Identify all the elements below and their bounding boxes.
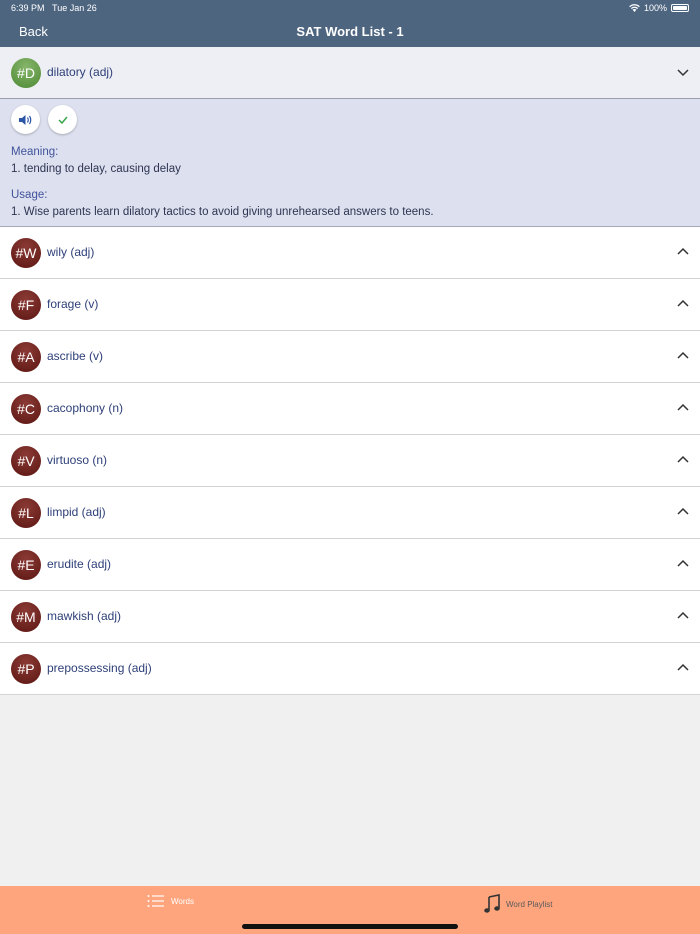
battery-icon bbox=[671, 4, 689, 12]
play-audio-button[interactable] bbox=[11, 105, 40, 134]
word-badge: #L bbox=[11, 498, 41, 528]
word-label: dilatory (adj) bbox=[47, 65, 114, 79]
word-badge: #D bbox=[11, 58, 41, 88]
speaker-icon bbox=[18, 114, 31, 125]
word-badge: #A bbox=[11, 342, 41, 372]
word-label: mawkish (adj) bbox=[47, 609, 122, 623]
music-note-icon bbox=[484, 894, 500, 913]
chevron-up-icon[interactable] bbox=[677, 610, 689, 622]
status-date-text: Tue Jan 26 bbox=[52, 3, 97, 13]
word-badge: #C bbox=[11, 394, 41, 424]
tab-word-playlist-label: Word Playlist bbox=[506, 899, 553, 909]
word-badge: #M bbox=[11, 602, 41, 632]
tab-word-playlist[interactable]: Word Playlist bbox=[484, 894, 553, 914]
chevron-up-icon[interactable] bbox=[677, 454, 689, 466]
word-row[interactable]: #W wily (adj) bbox=[0, 227, 700, 279]
chevron-up-icon[interactable] bbox=[677, 350, 689, 362]
word-row[interactable]: #V virtuoso (n) bbox=[0, 435, 700, 487]
word-row[interactable]: #P prepossessing (adj) bbox=[0, 643, 700, 695]
home-indicator bbox=[242, 924, 458, 929]
battery-percent: 100% bbox=[643, 3, 667, 13]
word-label: prepossessing (adj) bbox=[47, 661, 152, 675]
word-label: virtuoso (n) bbox=[47, 453, 108, 467]
word-row[interactable]: #E erudite (adj) bbox=[0, 539, 700, 591]
word-label: wily (adj) bbox=[47, 245, 95, 259]
mark-learned-button[interactable] bbox=[48, 105, 77, 134]
word-row[interactable]: #F forage (v) bbox=[0, 279, 700, 331]
word-badge: #F bbox=[11, 290, 41, 320]
word-label: ascribe (v) bbox=[47, 349, 104, 363]
word-label: forage (v) bbox=[47, 297, 99, 311]
status-time: 6:39 PM Tue Jan 26 bbox=[11, 3, 97, 13]
word-row[interactable]: #L limpid (adj) bbox=[0, 487, 700, 539]
list-icon bbox=[147, 895, 164, 907]
word-badge: #E bbox=[11, 550, 41, 580]
checkmark-icon bbox=[57, 116, 68, 124]
chevron-up-icon[interactable] bbox=[677, 246, 689, 258]
word-row[interactable]: #C cacophony (n) bbox=[0, 383, 700, 435]
word-badge: #V bbox=[11, 446, 41, 476]
meaning-text: 1. tending to delay, causing delay bbox=[11, 163, 181, 175]
page-title: SAT Word List - 1 bbox=[296, 24, 404, 39]
navigation-bar: 6:39 PM Tue Jan 26 100% Back SAT Word Li… bbox=[0, 0, 700, 47]
tab-words-label: Words bbox=[171, 896, 194, 906]
usage-text: 1. Wise parents learn dilatory tactics t… bbox=[11, 206, 434, 218]
word-badge: #P bbox=[11, 654, 41, 684]
chevron-up-icon[interactable] bbox=[677, 506, 689, 518]
tab-words[interactable]: Words bbox=[147, 894, 194, 908]
word-row-expanded[interactable]: #D dilatory (adj) bbox=[0, 47, 700, 99]
usage-label: Usage: bbox=[11, 189, 48, 201]
word-row[interactable]: #M mawkish (adj) bbox=[0, 591, 700, 643]
chevron-up-icon[interactable] bbox=[677, 662, 689, 674]
word-detail-panel: Meaning: 1. tending to delay, causing de… bbox=[0, 99, 700, 227]
word-row[interactable]: #A ascribe (v) bbox=[0, 331, 700, 383]
word-label: limpid (adj) bbox=[47, 505, 106, 519]
chevron-up-icon[interactable] bbox=[677, 402, 689, 414]
word-label: erudite (adj) bbox=[47, 557, 112, 571]
word-label: cacophony (n) bbox=[47, 401, 124, 415]
status-time-text: 6:39 PM bbox=[11, 3, 45, 13]
word-badge: #W bbox=[11, 238, 41, 268]
chevron-up-icon[interactable] bbox=[677, 298, 689, 310]
chevron-up-icon[interactable] bbox=[677, 558, 689, 570]
meaning-label: Meaning: bbox=[11, 146, 59, 158]
wifi-icon bbox=[629, 4, 640, 12]
word-list: #D dilatory (adj) Meaning: 1. tending to… bbox=[0, 47, 700, 695]
status-right: 100% bbox=[629, 3, 689, 13]
chevron-down-icon[interactable] bbox=[677, 66, 689, 78]
